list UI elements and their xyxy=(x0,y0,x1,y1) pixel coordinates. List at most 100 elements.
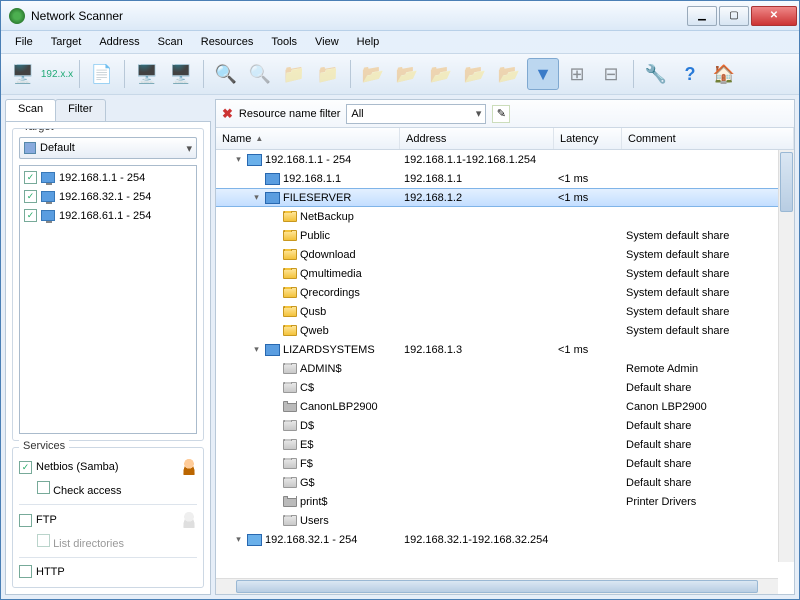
target-item[interactable]: 192.168.1.1 - 254 xyxy=(22,168,194,187)
checkbox-icon[interactable] xyxy=(19,565,32,578)
row-address: 192.168.1.2 xyxy=(400,192,554,204)
tab-scan[interactable]: Scan xyxy=(5,99,56,121)
target-list: 192.168.1.1 - 254 192.168.32.1 - 254 192… xyxy=(19,165,197,434)
close-button[interactable] xyxy=(751,6,797,26)
edit-filter-button[interactable]: ✎ xyxy=(492,105,510,123)
table-row[interactable]: Users xyxy=(216,511,778,530)
expand-toggle[interactable]: ▾ xyxy=(233,154,244,165)
tb-add-range[interactable]: 192.x.x xyxy=(41,58,73,90)
menu-view[interactable]: View xyxy=(307,33,347,51)
table-row[interactable]: ▾FILESERVER192.168.1.2<1 ms xyxy=(216,188,778,207)
col-address[interactable]: Address xyxy=(400,128,554,149)
row-name: 192.168.32.1 - 254 xyxy=(265,534,357,546)
tb-add-host[interactable]: 🖥️ xyxy=(131,58,163,90)
tb-settings[interactable]: 🔧 xyxy=(640,58,672,90)
monitor-icon xyxy=(41,191,55,202)
separator xyxy=(124,60,125,88)
checkbox-icon[interactable] xyxy=(37,481,50,494)
table-row[interactable]: QmultimediaSystem default share xyxy=(216,264,778,283)
tb-filter[interactable]: ▼ xyxy=(527,58,559,90)
maximize-button[interactable] xyxy=(719,6,749,26)
row-comment: Printer Drivers xyxy=(622,496,778,508)
table-row[interactable]: D$Default share xyxy=(216,416,778,435)
checkbox-icon[interactable] xyxy=(37,534,50,547)
target-select[interactable]: Default xyxy=(19,137,197,159)
expand-toggle[interactable]: ▾ xyxy=(251,344,262,355)
menu-resources[interactable]: Resources xyxy=(193,33,262,51)
clear-filter-button[interactable]: ✖ xyxy=(222,106,233,122)
target-item[interactable]: 192.168.32.1 - 254 xyxy=(22,187,194,206)
folder-hidden-icon xyxy=(283,439,297,450)
table-row[interactable]: 192.168.1.1192.168.1.1<1 ms xyxy=(216,169,778,188)
tree-icon: ⊟ xyxy=(603,64,618,85)
table-row[interactable]: QwebSystem default share xyxy=(216,321,778,340)
table-row[interactable]: ▾192.168.1.1 - 254192.168.1.1-192.168.1.… xyxy=(216,150,778,169)
table-row[interactable]: QrecordingsSystem default share xyxy=(216,283,778,302)
table-row[interactable]: print$Printer Drivers xyxy=(216,492,778,511)
tree-body[interactable]: ▾192.168.1.1 - 254192.168.1.1-192.168.1.… xyxy=(216,150,794,578)
menu-scan[interactable]: Scan xyxy=(150,33,191,51)
checkbox-icon[interactable] xyxy=(24,171,37,184)
table-row[interactable]: E$Default share xyxy=(216,435,778,454)
table-row[interactable]: ▾192.168.32.1 - 254192.168.32.1-192.168.… xyxy=(216,530,778,549)
tb-scan-start[interactable]: 🔍 xyxy=(210,58,242,90)
minimize-button[interactable] xyxy=(687,6,717,26)
col-comment[interactable]: Comment xyxy=(622,128,794,149)
folder-arrow-icon: 📂 xyxy=(430,64,452,85)
checkbox-icon[interactable] xyxy=(24,190,37,203)
row-name: NetBackup xyxy=(300,211,354,223)
expand-toggle[interactable]: ▾ xyxy=(251,192,262,203)
col-latency[interactable]: Latency xyxy=(554,128,622,149)
tb-remove-host[interactable]: 🖥️ xyxy=(165,58,197,90)
scrollbar-vertical[interactable] xyxy=(778,150,794,562)
target-select-value: Default xyxy=(40,142,75,154)
tab-filter[interactable]: Filter xyxy=(55,99,105,121)
menu-tools[interactable]: Tools xyxy=(263,33,305,51)
menu-target[interactable]: Target xyxy=(43,33,90,51)
tb-home[interactable]: 🏠 xyxy=(708,58,740,90)
separator xyxy=(350,60,351,88)
tb-help[interactable]: ? xyxy=(674,58,706,90)
target-item-label: 192.168.61.1 - 254 xyxy=(59,210,151,222)
target-group: Target Default 192.168.1.1 - 254 xyxy=(12,128,204,441)
table-row[interactable]: NetBackup xyxy=(216,207,778,226)
table-row[interactable]: QdownloadSystem default share xyxy=(216,245,778,264)
sort-asc-icon: ▲ xyxy=(255,134,263,143)
expand-toggle[interactable]: ▾ xyxy=(233,534,244,545)
scrollbar-thumb[interactable] xyxy=(780,152,793,212)
target-item[interactable]: 192.168.61.1 - 254 xyxy=(22,206,194,225)
table-row[interactable]: G$Default share xyxy=(216,473,778,492)
menu-help[interactable]: Help xyxy=(349,33,388,51)
table-row[interactable]: C$Default share xyxy=(216,378,778,397)
row-name: Qrecordings xyxy=(300,287,360,299)
scrollbar-thumb[interactable] xyxy=(236,580,758,593)
checkbox-icon[interactable] xyxy=(24,209,37,222)
tb-import[interactable]: 📄 xyxy=(86,58,118,90)
folder-icon xyxy=(283,287,297,298)
tb-folder-2: 📁 xyxy=(312,58,344,90)
table-row[interactable]: CanonLBP2900Canon LBP2900 xyxy=(216,397,778,416)
scrollbar-horizontal[interactable] xyxy=(216,578,778,594)
menu-address[interactable]: Address xyxy=(91,33,147,51)
menu-file[interactable]: File xyxy=(7,33,41,51)
filter-select[interactable]: All xyxy=(346,104,486,124)
person-icon xyxy=(181,459,197,475)
checkbox-icon[interactable] xyxy=(19,461,32,474)
col-name[interactable]: Name▲ xyxy=(216,128,400,149)
table-row[interactable]: QusbSystem default share xyxy=(216,302,778,321)
table-row[interactable]: ▾LIZARDSYSTEMS192.168.1.3<1 ms xyxy=(216,340,778,359)
row-comment: Default share xyxy=(622,477,778,489)
monitor-icon xyxy=(265,192,280,204)
table-row[interactable]: PublicSystem default share xyxy=(216,226,778,245)
tb-new-target[interactable]: 🖥️ xyxy=(7,58,39,90)
toolbar: 🖥️ 192.x.x 📄 🖥️ 🖥️ 🔍 🔍 📁 📁 📂 📂 📂 📂 📂 ▼ ⊞… xyxy=(1,53,799,95)
wrench-icon: 🔧 xyxy=(645,64,667,85)
folder-icon xyxy=(283,211,297,222)
checkbox-icon[interactable] xyxy=(19,514,32,527)
service-list-dirs-label: List directories xyxy=(53,538,124,550)
service-netbios-label: Netbios (Samba) xyxy=(36,461,177,473)
row-address: 192.168.1.3 xyxy=(400,344,554,356)
table-row[interactable]: ADMIN$Remote Admin xyxy=(216,359,778,378)
monitor-icon xyxy=(41,172,55,183)
table-row[interactable]: F$Default share xyxy=(216,454,778,473)
